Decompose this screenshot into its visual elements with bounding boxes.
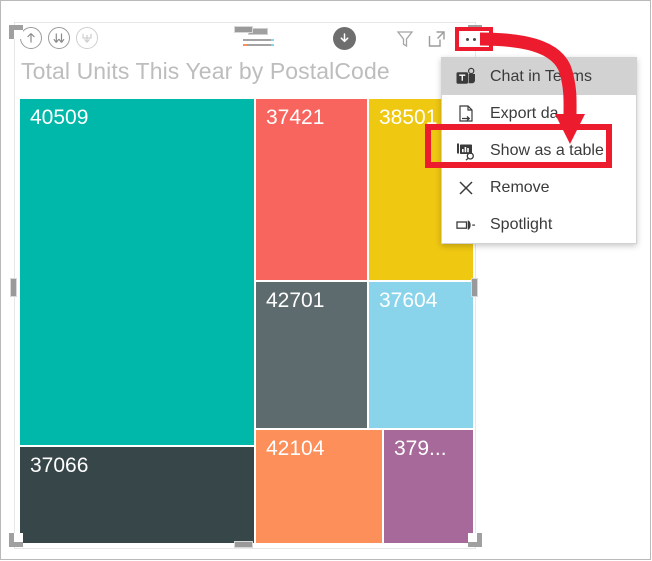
menu-item-label: Chat in Teams bbox=[490, 67, 592, 85]
focus-mode-icon[interactable] bbox=[427, 29, 447, 49]
filter-icon[interactable] bbox=[395, 29, 415, 49]
menu-item-label: Remove bbox=[490, 178, 550, 196]
more-dot-2 bbox=[472, 37, 476, 41]
drill-up-icon[interactable] bbox=[20, 27, 42, 49]
treemap-tile[interactable]: 37066 bbox=[19, 446, 255, 544]
teams-icon bbox=[454, 66, 478, 88]
treemap-tile[interactable]: 42104 bbox=[255, 429, 383, 544]
more-options-button[interactable] bbox=[455, 27, 493, 51]
treemap-tile[interactable]: 37604 bbox=[368, 281, 474, 429]
selection-handle-bottom-right[interactable] bbox=[468, 533, 482, 547]
selection-handle-top-left[interactable] bbox=[9, 25, 23, 39]
treemap-tile-label: 42104 bbox=[266, 437, 325, 460]
treemap-tile-label: 379... bbox=[394, 437, 447, 460]
treemap-plot-area[interactable]: 40509 37066 37421 38501 42701 37604 42104 379..… bbox=[19, 98, 474, 544]
treemap-tile-label: 37604 bbox=[379, 289, 438, 312]
visual-options-context-menu[interactable]: Chat in Teams Export da Show as a table Rem… bbox=[441, 57, 637, 244]
more-dot-3 bbox=[479, 37, 483, 41]
selection-handle-bottom-left[interactable] bbox=[9, 533, 23, 547]
page-title: Total Units This Year by PostalCode bbox=[21, 58, 390, 84]
treemap-tile-label: 42701 bbox=[266, 289, 325, 312]
selection-handle-top-middle[interactable] bbox=[234, 26, 253, 33]
expand-all-down-icon[interactable] bbox=[76, 27, 98, 49]
selection-handle-bottom-middle[interactable] bbox=[234, 541, 253, 548]
menu-item-label: Spotlight bbox=[490, 215, 553, 233]
export-data-icon bbox=[454, 103, 478, 125]
menu-item-spotlight[interactable]: Spotlight bbox=[442, 206, 636, 243]
menu-item-label: Show as a table bbox=[490, 141, 604, 159]
treemap-tile[interactable]: 40509 bbox=[19, 98, 255, 446]
show-as-table-icon bbox=[454, 140, 478, 162]
menu-item-export-da[interactable]: Export da bbox=[442, 95, 636, 132]
drill-controls-group[interactable] bbox=[20, 27, 98, 49]
treemap-tile-label: 37421 bbox=[266, 106, 325, 129]
menu-item-show-as-a-table[interactable]: Show as a table bbox=[442, 132, 636, 169]
treemap-tile-label: 37066 bbox=[30, 454, 89, 477]
selection-handle-right-middle[interactable] bbox=[471, 278, 478, 297]
treemap-tile-label: 40509 bbox=[30, 106, 89, 129]
menu-item-label: Export da bbox=[490, 104, 559, 122]
treemap-tile-label: 38501 bbox=[379, 106, 438, 129]
treemap-visual-container[interactable]: Total Units This Year by PostalCode 4050… bbox=[14, 22, 476, 549]
treemap-tile[interactable]: 37421 bbox=[255, 98, 368, 281]
treemap-tile[interactable]: 379... bbox=[383, 429, 474, 544]
spotlight-icon bbox=[454, 214, 478, 236]
menu-item-remove[interactable]: Remove bbox=[442, 169, 636, 206]
more-dot-1 bbox=[465, 37, 469, 41]
download-icon[interactable] bbox=[333, 27, 356, 50]
menu-item-chat-in-teams[interactable]: Chat in Teams bbox=[442, 58, 636, 95]
selection-handle-left-middle[interactable] bbox=[10, 278, 17, 297]
treemap-tile[interactable]: 42701 bbox=[255, 281, 368, 429]
remove-x-icon bbox=[454, 177, 478, 199]
drill-down-toggle-icon[interactable] bbox=[48, 27, 70, 49]
